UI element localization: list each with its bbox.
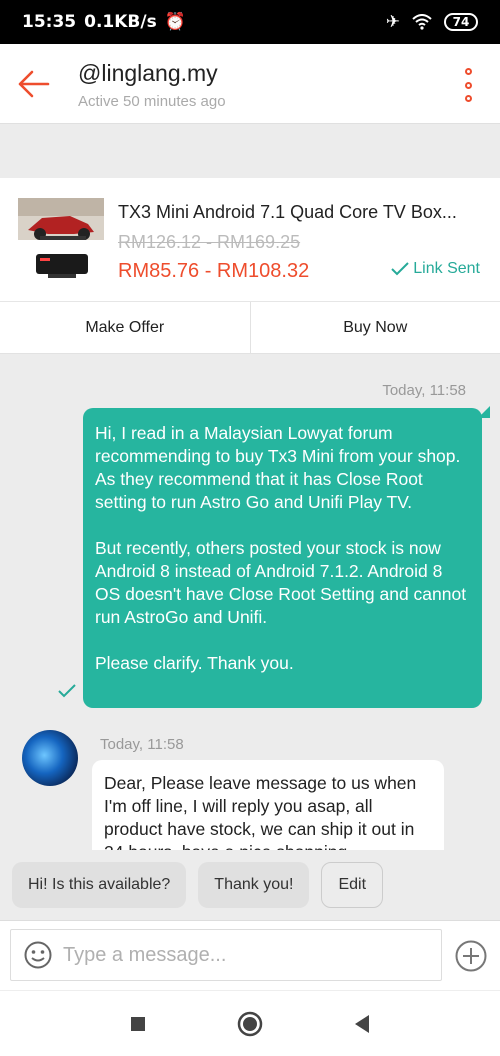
battery-icon: 74: [444, 13, 478, 31]
edit-quick-replies-button[interactable]: Edit: [321, 862, 384, 908]
incoming-message-bubble[interactable]: Dear, Please leave message to us when I'…: [92, 760, 444, 850]
product-name: TX3 Mini Android 7.1 Quad Core TV Box...: [118, 202, 457, 222]
message-paragraph: Hi, I read in a Malaysian Lowyat forum r…: [95, 423, 461, 512]
check-icon: [391, 262, 409, 276]
read-check-icon: [58, 684, 76, 698]
emoji-icon[interactable]: [23, 940, 53, 970]
message-placeholder: Type a message...: [63, 943, 227, 966]
back-button[interactable]: [14, 64, 54, 104]
message-composer: Type a message...: [0, 920, 500, 990]
add-attachment-icon[interactable]: [454, 939, 488, 973]
seller-avatar[interactable]: [22, 730, 78, 786]
product-card[interactable]: TX3 Mini Android 7.1 Quad Core TV Box...…: [0, 178, 500, 302]
airplane-icon: ✈: [385, 12, 400, 32]
quick-replies: Hi! Is this available? Thank you! Edit: [0, 850, 500, 920]
alarm-icon: ⏰: [164, 12, 186, 32]
link-sent-status: Link Sent: [391, 260, 480, 278]
recents-button[interactable]: [128, 1014, 148, 1034]
message-timestamp: Today, 11:58: [382, 382, 466, 399]
system-nav-bar: [0, 990, 500, 1056]
quick-reply-thank-you[interactable]: Thank you!: [198, 862, 310, 908]
make-offer-button[interactable]: Make Offer: [0, 302, 251, 353]
buy-now-button[interactable]: Buy Now: [251, 302, 500, 353]
outgoing-message-bubble[interactable]: Hi, I read in a Malaysian Lowyat forum r…: [83, 408, 482, 708]
status-net-speed: 0.1KB/s: [84, 12, 157, 32]
back-arrow-icon: [18, 70, 50, 98]
active-status: Active 50 minutes ago: [78, 93, 226, 110]
quick-reply-available[interactable]: Hi! Is this available?: [12, 862, 187, 908]
current-price: RM85.76 - RM108.32: [118, 260, 310, 282]
message-paragraph: But recently, others posted your stock i…: [95, 538, 467, 627]
battery-level: 74: [452, 15, 470, 29]
link-sent-label: Link Sent: [413, 260, 480, 277]
chat-header: @linglang.my Active 50 minutes ago: [0, 44, 500, 124]
offer-actions: Make Offer Buy Now: [0, 302, 500, 354]
back-nav-button[interactable]: [352, 1013, 372, 1035]
product-thumbnail: [18, 198, 104, 278]
more-dot-icon: [464, 81, 472, 89]
chat-title: @linglang.my: [78, 60, 218, 86]
status-time: 15:35: [22, 12, 77, 32]
header-spacer: [0, 124, 500, 178]
more-options-button[interactable]: [458, 68, 478, 102]
message-paragraph: Please clarify. Thank you.: [95, 653, 294, 673]
message-input[interactable]: Type a message...: [10, 929, 442, 981]
more-dot-icon: [464, 95, 472, 102]
message-timestamp: Today, 11:58: [100, 736, 184, 753]
original-price: RM126.12 - RM169.25: [118, 232, 301, 252]
status-bar: 15:35 0.1KB/s ⏰ ✈ 74: [0, 0, 500, 44]
wifi-icon: [412, 14, 432, 30]
more-dot-icon: [464, 68, 472, 75]
message-list[interactable]: Today, 11:58 Hi, I read in a Malaysian L…: [0, 354, 500, 850]
home-button[interactable]: [236, 1010, 264, 1038]
